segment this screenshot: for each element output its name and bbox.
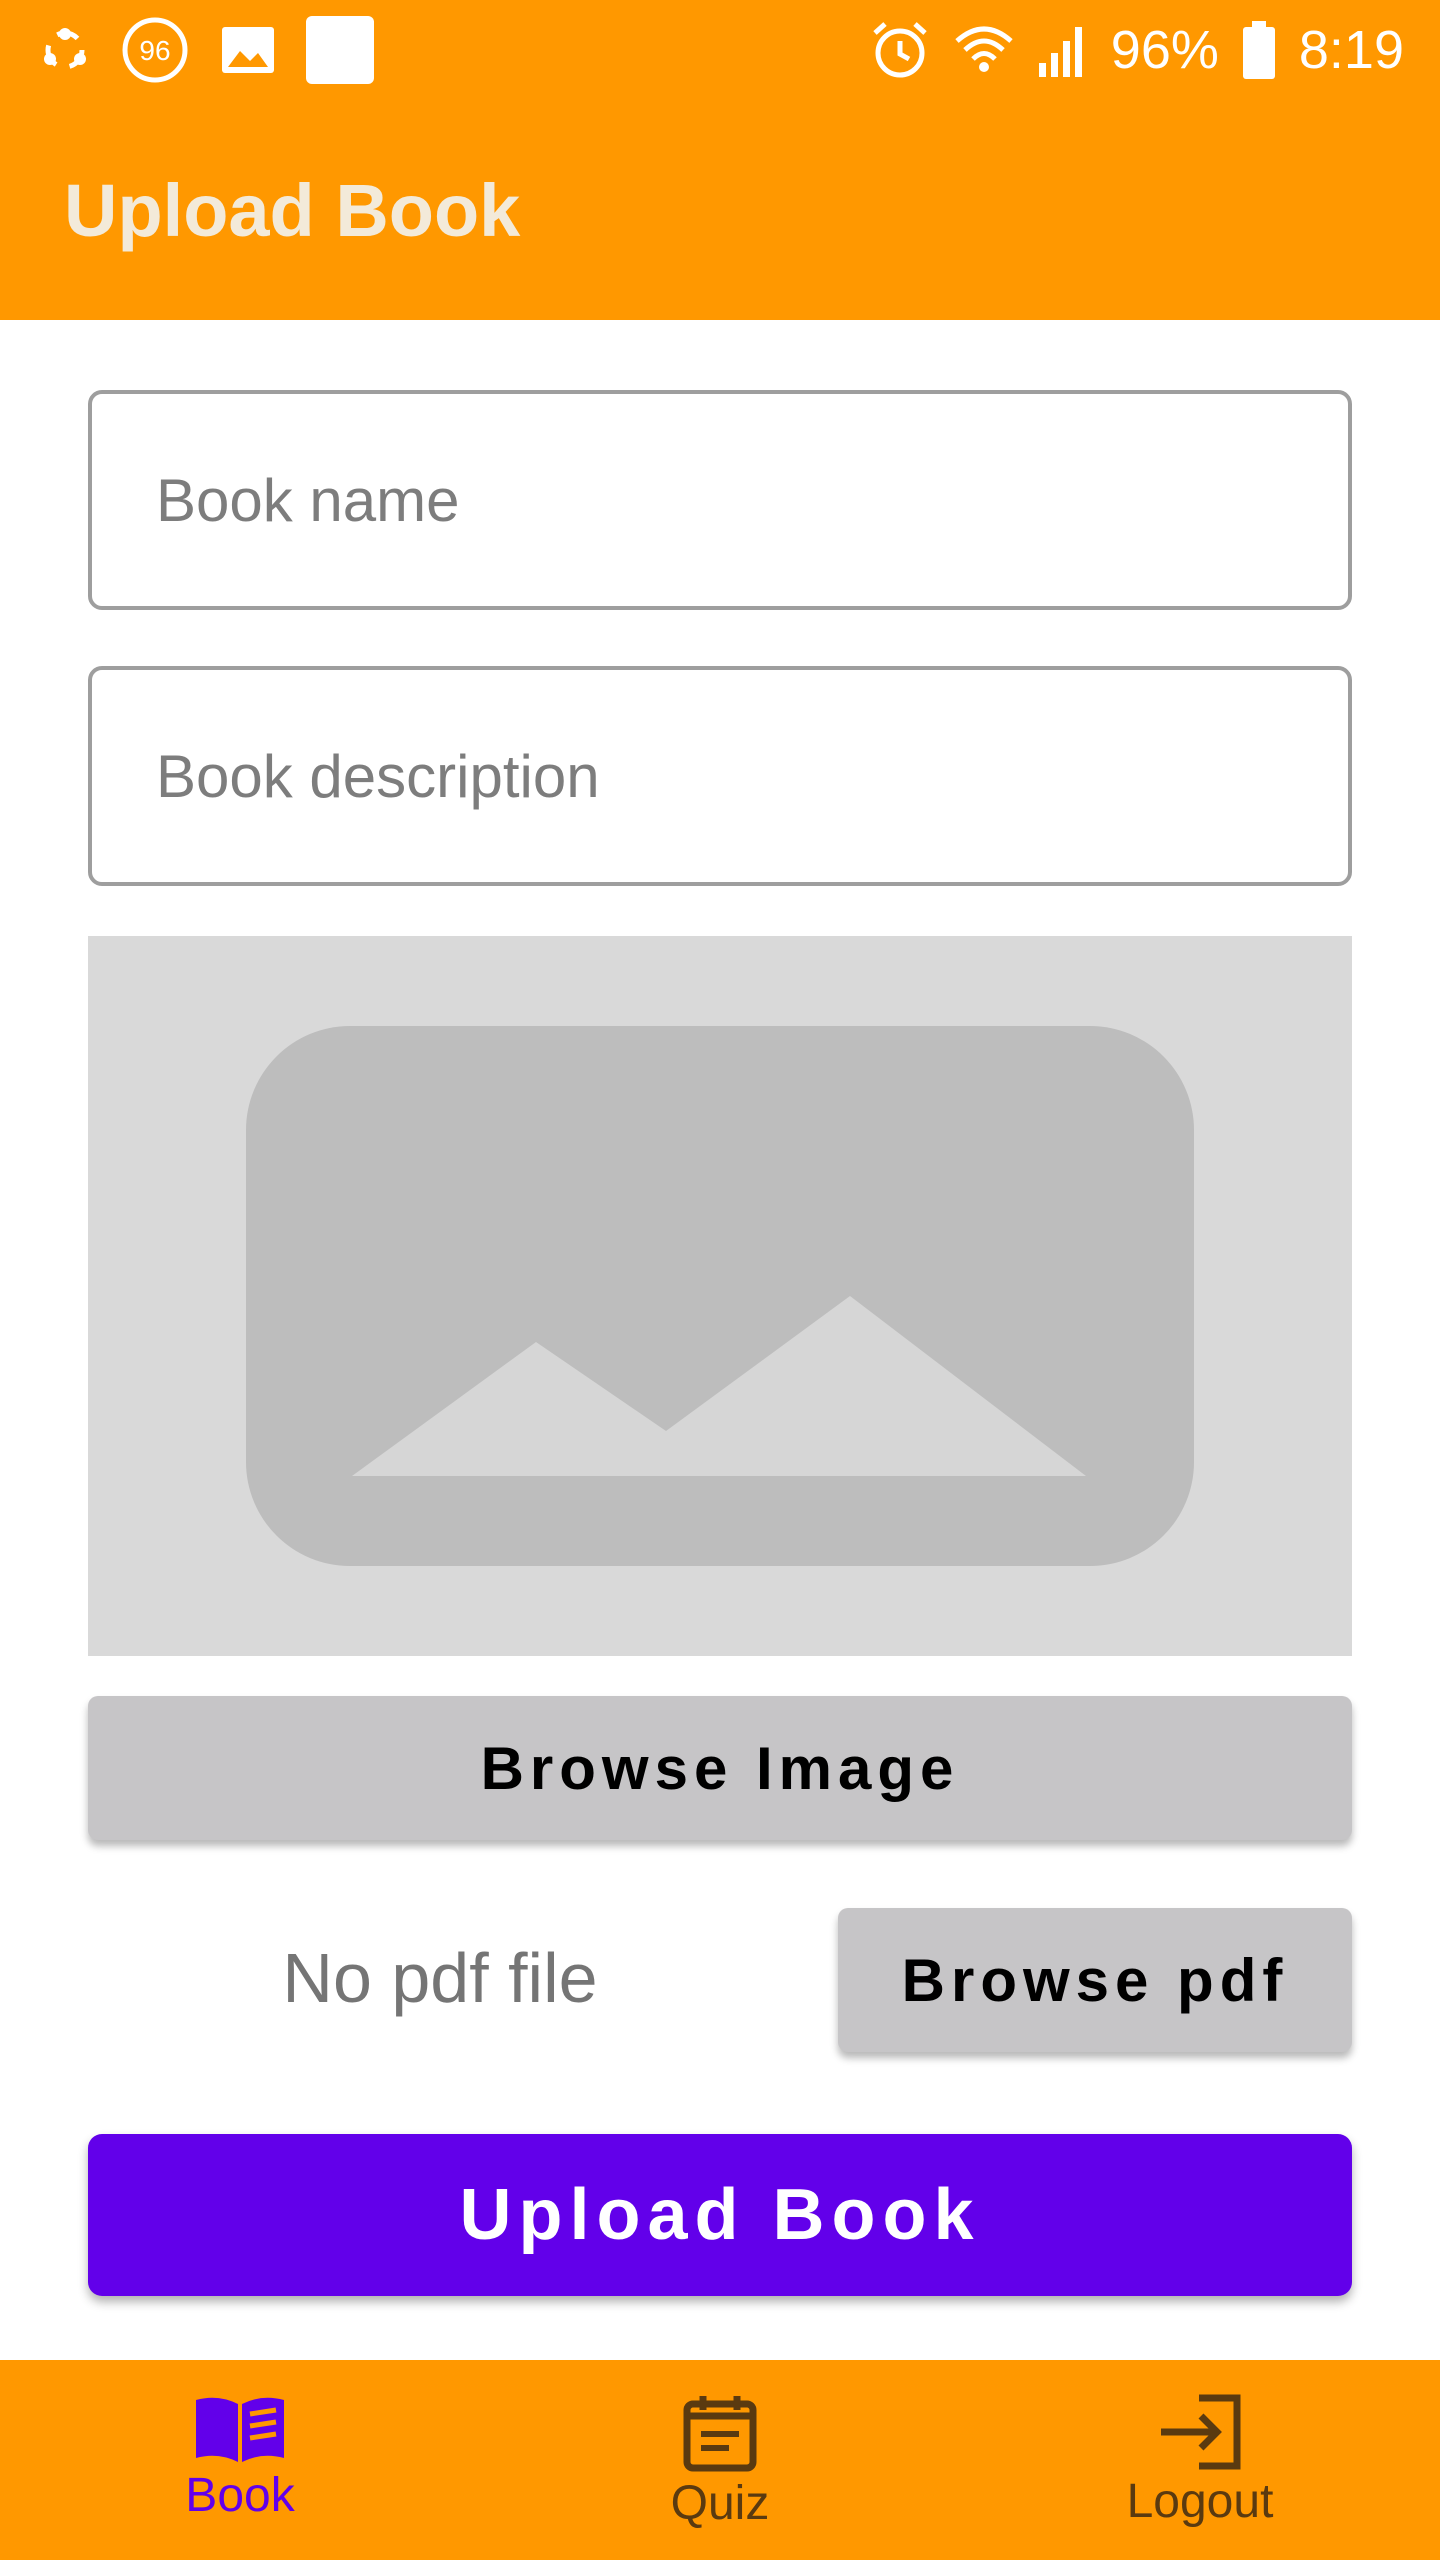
image-placeholder-icon: [246, 1026, 1194, 1566]
page-title: Upload Book: [64, 169, 521, 252]
bottom-navigation: Book Quiz Logout: [0, 2360, 1440, 2560]
status-left-icons: 96: [40, 14, 404, 86]
status-right-icons: 96% 8:19: [847, 14, 1404, 86]
browse-image-button[interactable]: Browse Image: [88, 1696, 1352, 1840]
browse-pdf-button[interactable]: Browse pdf: [838, 1908, 1352, 2052]
clock: 8:19: [1298, 20, 1404, 80]
app-bar: Upload Book: [0, 100, 1440, 320]
quiz-icon: [683, 2396, 757, 2472]
book-name-input[interactable]: [92, 394, 1348, 606]
battery-icon: [1241, 19, 1277, 81]
logout-icon: [1161, 2394, 1241, 2470]
square-icon: [306, 16, 374, 84]
share-icon: [40, 25, 90, 75]
status-bar: 96 96% 8:19: [0, 0, 1440, 100]
image-icon: [220, 25, 276, 75]
app-root: 96 96% 8:19 Upload Book Book name Book d…: [0, 0, 1440, 2560]
book-image-preview: [88, 936, 1352, 1656]
nav-label-quiz: Quiz: [670, 2477, 770, 2530]
battery-percent: 96%: [1110, 20, 1219, 80]
book-description-field: [88, 666, 1352, 886]
badge-96-icon: 96: [120, 15, 190, 85]
nav-label-logout: Logout: [1126, 2475, 1274, 2528]
alarm-icon: [869, 19, 931, 81]
wifi-icon: [953, 19, 1015, 81]
signal-icon: [1037, 19, 1089, 81]
book-name-field: [88, 390, 1352, 610]
book-description-input[interactable]: [92, 670, 1348, 882]
book-icon: [196, 2397, 284, 2462]
nav-item-book[interactable]: Book: [0, 2360, 480, 2560]
nav-item-logout[interactable]: Logout: [960, 2360, 1440, 2560]
nav-item-quiz[interactable]: Quiz: [480, 2360, 960, 2560]
upload-book-button[interactable]: Upload Book: [88, 2134, 1352, 2296]
badge-96-text: 96: [139, 35, 170, 66]
pdf-status-label: No pdf file: [282, 1939, 598, 2017]
nav-label-book: Book: [185, 2469, 295, 2522]
